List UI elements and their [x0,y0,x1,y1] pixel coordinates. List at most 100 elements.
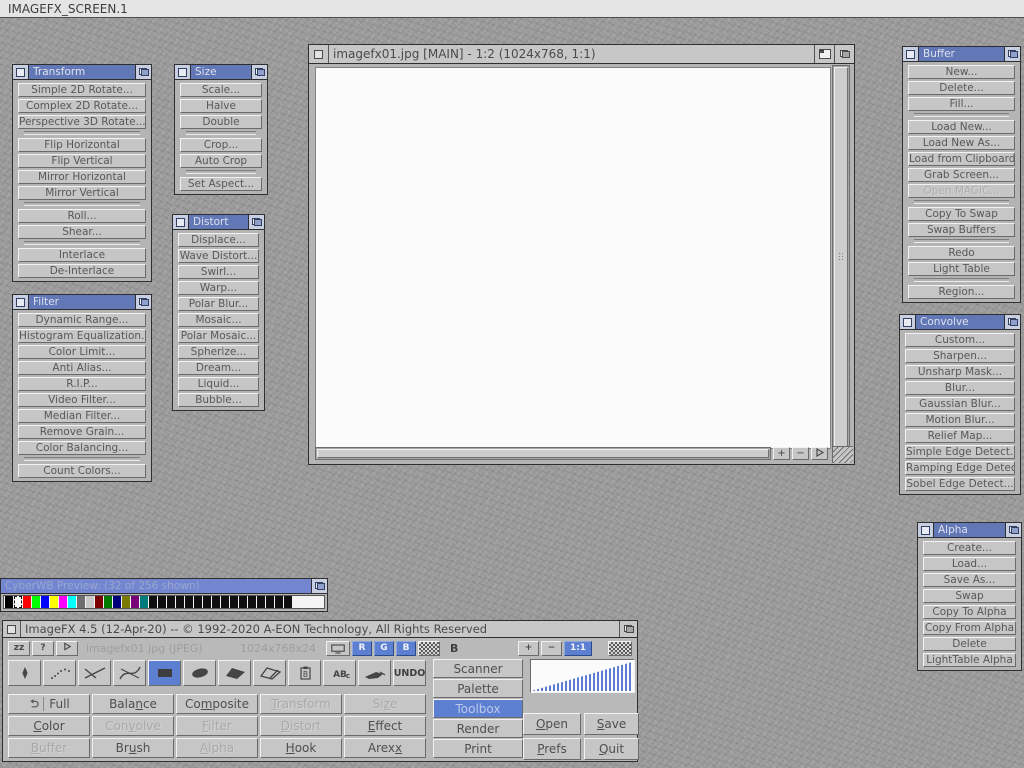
toolbox-titlebar[interactable]: ImageFX 4.5 (12-Apr-20) -- © 1992-2020 A… [3,621,637,638]
simple-2d-rotate-button[interactable]: Simple 2D Rotate... [18,83,146,97]
close-icon[interactable] [903,47,919,61]
depth-icon[interactable] [135,65,151,79]
brush-button[interactable]: Brush [92,738,174,758]
palette-swatch[interactable] [230,596,238,608]
swap-buffers-button[interactable]: Swap Buffers [908,223,1015,237]
flip-horizontal-button[interactable]: Flip Horizontal [18,138,146,152]
complex-2d-rotate-button[interactable]: Complex 2D Rotate... [18,99,146,113]
depth-icon[interactable] [1004,315,1020,329]
horizontal-scrollbar-thumb[interactable] [317,449,769,458]
palette-swatch[interactable] [104,596,112,608]
line-tool-icon[interactable] [78,660,111,686]
zoom-in-button[interactable]: + [518,641,539,656]
convolve-titlebar[interactable]: Convolve [900,315,1020,330]
redo-button[interactable]: Redo [908,246,1015,260]
lighttable-alpha-button[interactable]: LightTable Alpha [923,653,1016,667]
ramping-edge-detect-button[interactable]: Ramping Edge Detect [905,461,1015,475]
palette-swatch[interactable] [77,596,85,608]
palette-swatch[interactable] [158,596,166,608]
liquid-button[interactable]: Liquid... [178,377,259,391]
pattern-swatch-icon[interactable] [418,641,440,656]
resize-handle-icon[interactable] [832,446,853,463]
full-button[interactable]: Full [8,694,90,714]
channel-green-button[interactable]: G [374,641,394,656]
color-button[interactable]: Color [8,716,90,736]
brush-palette-tool-icon[interactable]: B [288,660,321,686]
load-button[interactable]: Load... [923,557,1016,571]
palette-swatch[interactable] [32,596,40,608]
palette-swatch[interactable] [212,596,220,608]
dream-button[interactable]: Dream... [178,361,259,375]
point-tool-icon[interactable] [8,660,41,686]
crop-button[interactable]: Crop... [180,138,262,152]
channel-blue-button[interactable]: B [396,641,416,656]
grab-screen-button[interactable]: Grab Screen... [908,168,1015,182]
unsharp-mask-button[interactable]: Unsharp Mask... [905,365,1015,379]
de-interlace-button[interactable]: De-Interlace [18,264,146,278]
horizontal-scrollbar[interactable] [315,447,771,460]
palette-swatch[interactable] [185,596,193,608]
outline-polygon-tool-icon[interactable] [253,660,286,686]
palette-swatch[interactable] [203,596,211,608]
play-icon[interactable] [811,447,828,460]
transform-titlebar[interactable]: Transform [13,65,151,80]
delete-button[interactable]: Delete... [908,81,1015,95]
prefs-button[interactable]: Prefs [523,738,581,760]
palette-swatch[interactable] [248,596,256,608]
palette-swatch[interactable] [41,596,49,608]
palette-swatch[interactable] [113,596,121,608]
auto-crop-button[interactable]: Auto Crop [180,154,262,168]
polar-mosaic-button[interactable]: Polar Mosaic... [178,329,259,343]
load-from-clipboard-button[interactable]: Load from Clipboard [908,152,1015,166]
open-button[interactable]: Open [523,713,581,735]
hook-button[interactable]: Hook [260,738,342,758]
region-button[interactable]: Region... [908,285,1015,299]
perspective-3d-rotate-button[interactable]: Perspective 3D Rotate... [18,115,146,129]
copy-to-swap-button[interactable]: Copy To Swap [908,207,1015,221]
close-icon[interactable] [175,65,191,79]
effect-button[interactable]: Effect [344,716,426,736]
simple-edge-detect-button[interactable]: Simple Edge Detect... [905,445,1015,459]
palette-swatch[interactable] [50,596,58,608]
copy-to-alpha-button[interactable]: Copy To Alpha [923,605,1016,619]
save-button[interactable]: Save [584,713,639,735]
distort-titlebar[interactable]: Distort [173,215,264,230]
pattern-swatch-icon[interactable] [608,641,632,656]
depth-icon[interactable] [834,45,854,63]
palette-swatch[interactable] [239,596,247,608]
depth-icon[interactable] [135,295,151,309]
close-icon[interactable] [13,65,29,79]
sleep-button[interactable]: zz [8,641,30,656]
depth-icon[interactable] [619,621,637,637]
palette-swatch[interactable] [194,596,202,608]
close-icon[interactable] [3,621,21,637]
bubble-button[interactable]: Bubble... [178,393,259,407]
wave-distort-button[interactable]: Wave Distort... [178,249,259,263]
vertical-scrollbar-thumb[interactable] [834,67,848,447]
load-new-button[interactable]: Load New... [908,120,1015,134]
alpha-titlebar[interactable]: Alpha [918,523,1021,538]
quit-button[interactable]: Quit [584,738,639,760]
image-window-titlebar[interactable]: imagefx01.jpg [MAIN] - 1:2 (1024x768, 1:… [309,45,854,64]
palette-swatch[interactable] [122,596,130,608]
oval-tool-icon[interactable] [183,660,216,686]
warp-button[interactable]: Warp... [178,281,259,295]
dynamic-range-button[interactable]: Dynamic Range... [18,313,146,327]
sobel-edge-detect-button[interactable]: Sobel Edge Detect... [905,477,1015,491]
balance-button[interactable]: Balance [92,694,174,714]
r-i-p-button[interactable]: R.I.P... [18,377,146,391]
arexx-button[interactable]: Arexx [344,738,426,758]
image-canvas[interactable] [315,67,831,449]
help-button[interactable]: ? [32,641,54,656]
palette-swatch[interactable] [140,596,148,608]
mosaic-button[interactable]: Mosaic... [178,313,259,327]
palette-swatch[interactable] [14,596,22,608]
flip-vertical-button[interactable]: Flip Vertical [18,154,146,168]
palette-swatch[interactable] [86,596,94,608]
color-limit-button[interactable]: Color Limit... [18,345,146,359]
remove-grain-button[interactable]: Remove Grain... [18,425,146,439]
depth-icon[interactable] [1004,47,1020,61]
filter-titlebar[interactable]: Filter [13,295,151,310]
palette-swatch[interactable] [131,596,139,608]
palette-swatch[interactable] [23,596,31,608]
